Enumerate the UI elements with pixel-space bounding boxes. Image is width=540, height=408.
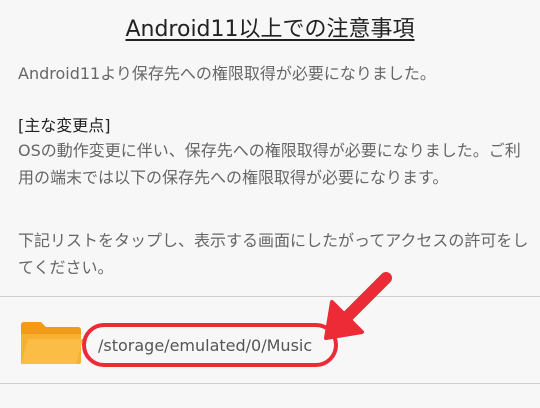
permission-notice-screen: Android11以上での注意事項 Android11より保存先への権限取得が必… [0, 0, 540, 408]
storage-path-label: /storage/emulated/0/Music [98, 336, 313, 355]
section-heading: [主な変更点] [18, 116, 111, 135]
folder-icon [19, 321, 83, 365]
instruction-text: 下記リストをタップし、表示する画面にしたがってアクセスの許可をしてください。 [18, 231, 529, 277]
page-title: Android11以上での注意事項 [125, 17, 415, 42]
change-description: OSの動作変更に伴い、保存先への権限取得が必要になりました。ご利用の端末では以下… [18, 141, 521, 187]
storage-path-item[interactable]: /storage/emulated/0/Music [0, 297, 540, 383]
list-divider-bottom [0, 383, 540, 384]
intro-text: Android11より保存先への権限取得が必要になりました。 [18, 64, 436, 83]
